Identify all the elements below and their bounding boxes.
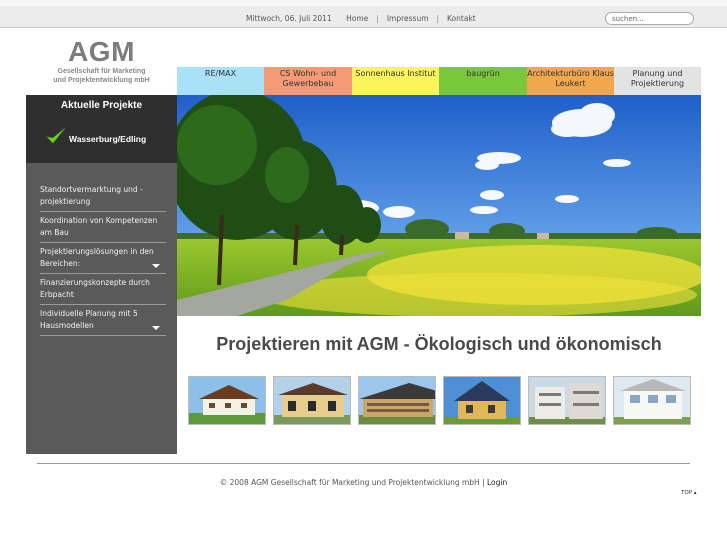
current-projects-title: Aktuelle Projekte — [60, 100, 143, 111]
house-image — [359, 377, 435, 424]
partner-tab-architekturbuero[interactable]: Architekturbüro Klaus Leukert — [527, 67, 614, 95]
logo-mark: AGM — [68, 36, 135, 67]
logo-subtitle-line1: Gesellschaft für Marketing — [57, 68, 146, 75]
back-to-top-link[interactable]: TOP ▴ — [681, 490, 697, 496]
house-image — [529, 377, 605, 424]
house-image — [614, 377, 690, 424]
sidebar-item-standortvermarktung[interactable]: Standortvermarktung und -projektierung — [40, 181, 166, 212]
current-project-link[interactable]: Wasserburg/Edling — [46, 127, 146, 145]
impressum-link[interactable]: Impressum — [387, 14, 429, 23]
house-image — [189, 377, 265, 424]
project-thumbnails — [188, 376, 692, 425]
partner-tab-planung[interactable]: Planung und Projektierung — [614, 67, 701, 95]
sidebar-item-label: Koordination von Kompetenzen am Bau — [40, 216, 158, 237]
logo-subtitle: Gesellschaft für Marketing und Projekten… — [26, 68, 177, 85]
sidebar-item-finanzierungskonzepte[interactable]: Finanzierungskonzepte durch Erbpacht — [40, 274, 166, 305]
current-project-label: Wasserburg/Edling — [69, 134, 147, 144]
search-input[interactable] — [605, 12, 694, 25]
nav-separator: | — [376, 14, 379, 23]
house-image — [274, 377, 350, 424]
project-thumbnail[interactable] — [613, 376, 691, 425]
sidebar: Aktuelle Projekte Wasserburg/Edling Stan… — [26, 95, 177, 454]
login-link[interactable]: Login — [487, 478, 507, 487]
project-thumbnail[interactable] — [273, 376, 351, 425]
logo-subtitle-line2: und Projektentwicklung mbH — [53, 76, 150, 84]
copyright-text: © 2008 AGM Gesellschaft für Marketing un… — [219, 478, 485, 487]
logo[interactable]: AGM Gesellschaft für Marketing und Proje… — [26, 38, 177, 85]
partner-tab-cs-wohnbau[interactable]: CS Wohn- und Gewerbebau — [264, 67, 352, 95]
partner-tabs: RE/MAX CS Wohn- und Gewerbebau Sonnenhau… — [177, 67, 701, 95]
current-date: Mittwoch, 06. Juli 2011 — [246, 14, 332, 23]
top-nav: Mittwoch, 06. Juli 2011 Home | Impressum | K… — [246, 14, 476, 23]
checkmark-icon — [46, 127, 66, 144]
sidebar-item-label: Standortvermarktung und -projektierung — [40, 185, 143, 206]
sidebar-item-label: Finanzierungskonzepte durch Erbpacht — [40, 278, 150, 299]
partner-tab-baugruen[interactable]: baugrün — [439, 67, 527, 95]
project-thumbnail[interactable] — [358, 376, 436, 425]
dropdown-arrow-icon[interactable] — [152, 326, 160, 330]
sidebar-item-label: Projektierungslösungen in den Bereichen: — [40, 247, 154, 268]
partner-tab-sonnenhaus[interactable]: Sonnenhaus Institut — [352, 67, 439, 95]
house-image — [444, 377, 520, 424]
sidebar-item-koordination[interactable]: Koordination von Kompetenzen am Bau — [40, 212, 166, 243]
footer-divider — [37, 463, 690, 464]
kontakt-link[interactable]: Kontakt — [447, 14, 476, 23]
sidebar-item-label: Individuelle Planung mit 5 Hausmodellen — [40, 309, 138, 330]
sidebar-item-projektierungsloesungen[interactable]: Projektierungslösungen in den Bereichen: — [40, 243, 166, 274]
project-thumbnail[interactable] — [528, 376, 606, 425]
sidebar-item-individuelle-planung[interactable]: Individuelle Planung mit 5 Hausmodellen — [40, 305, 166, 336]
landscape-illustration — [177, 95, 701, 316]
current-projects-box: Aktuelle Projekte Wasserburg/Edling — [26, 95, 177, 163]
top-bar: Mittwoch, 06. Juli 2011 Home | Impressum | K… — [0, 0, 727, 28]
dropdown-arrow-icon[interactable] — [152, 264, 160, 268]
nav-separator: | — [436, 14, 440, 23]
partner-tab-remax[interactable]: RE/MAX — [177, 67, 264, 95]
sidebar-menu: Standortvermarktung und -projektierung K… — [40, 181, 166, 336]
page-headline: Projektieren mit AGM - Ökologisch und ök… — [216, 334, 662, 354]
project-thumbnail[interactable] — [443, 376, 521, 425]
project-thumbnail[interactable] — [188, 376, 266, 425]
hero-image — [177, 95, 701, 316]
home-link[interactable]: Home — [346, 14, 368, 23]
footer: © 2008 AGM Gesellschaft für Marketing un… — [0, 478, 727, 487]
